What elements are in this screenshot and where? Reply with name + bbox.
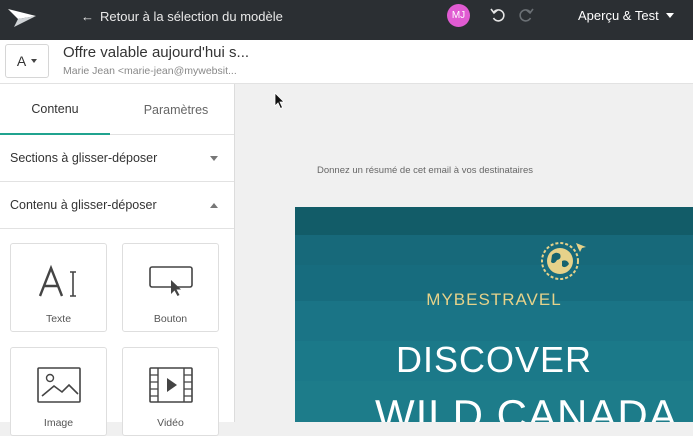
block-label: Vidéo [157,417,184,429]
hero-title-line2: WILD CANADA [375,391,678,422]
sender-selector[interactable]: A [5,44,49,78]
image-icon [36,367,81,403]
top-bar: ← Retour à la sélection du modèle MJ Ape… [0,0,693,40]
sidebar-tabs: Contenu Paramètres [0,84,234,135]
sidebar: Contenu Paramètres Sections à glisser-dé… [0,84,235,436]
hero-section[interactable]: MYBESTRAVEL DISCOVER WILD CANADA [295,207,693,422]
brand-name: MYBESTRAVEL [426,290,562,309]
arrow-left-icon: ← [81,8,94,24]
logo-icon[interactable] [6,7,38,29]
preview-label: Aperçu & Test [578,8,659,23]
block-label: Texte [45,313,72,325]
video-icon [148,367,193,403]
preview-test-menu[interactable]: Aperçu & Test [578,8,674,23]
globe-plane-icon [541,242,586,280]
block-video[interactable]: Vidéo [122,347,219,436]
section-drag-drop-sections[interactable]: Sections à glisser-déposer [0,135,234,182]
back-to-template-link[interactable]: ← Retour à la sélection du modèle [81,8,283,24]
mouse-cursor-icon [274,92,285,110]
button-icon [148,266,193,296]
chevron-up-icon [210,202,218,208]
email-header: A Offre valable aujourd'hui s... Marie J… [0,40,693,84]
block-label: Image [43,417,74,429]
hero-texture [295,207,693,235]
preheader-text[interactable]: Donnez un résumé de cet email à vos dest… [317,165,533,176]
avatar[interactable]: MJ [447,4,470,27]
tab-contenu[interactable]: Contenu [0,84,110,135]
chevron-down-icon [210,155,218,161]
chevron-down-icon [665,13,674,18]
section-label: Sections à glisser-déposer [10,151,158,165]
back-link-label: Retour à la sélection du modèle [100,8,283,24]
text-icon [38,264,76,297]
block-text[interactable]: Texte [10,243,107,332]
chevron-down-icon [31,59,38,63]
section-label: Contenu à glisser-déposer [10,198,157,212]
hero-texture [295,235,693,265]
email-canvas[interactable]: Donnez un résumé de cet email à vos dest… [235,84,693,422]
email-from[interactable]: Marie Jean <marie-jean@mywebsit... [63,65,237,77]
block-label: Bouton [153,313,188,325]
redo-icon[interactable] [517,6,535,24]
block-image[interactable]: Image [10,347,107,436]
email-subject[interactable]: Offre valable aujourd'hui s... [63,44,249,61]
undo-icon[interactable] [489,6,507,24]
sender-letter: A [16,53,27,69]
hero-title-line1: DISCOVER [395,339,593,380]
block-button[interactable]: Bouton [122,243,219,332]
tab-parametres[interactable]: Paramètres [117,84,235,135]
section-drag-drop-content[interactable]: Contenu à glisser-déposer [0,182,234,229]
